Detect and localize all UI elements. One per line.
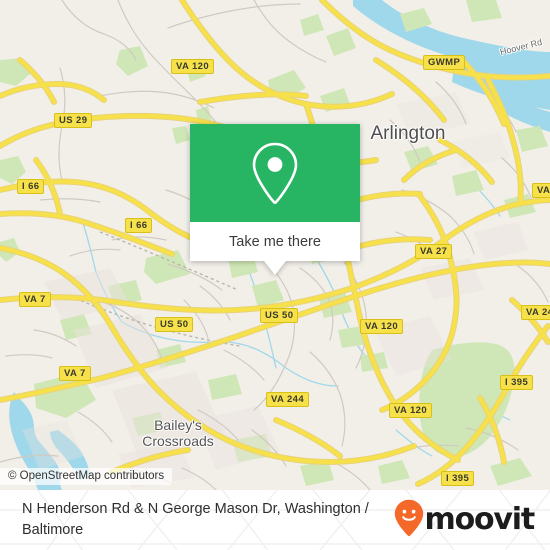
road-shield: VA 7 (59, 366, 91, 381)
road-shield: US 29 (54, 113, 93, 128)
location-title: N Henderson Rd & N George Mason Dr, Wash… (22, 501, 369, 538)
place-label-baileys-crossroads: Bailey's Crossroads (142, 417, 214, 449)
road-shield: VA 27 (415, 244, 453, 259)
moovit-wordmark: moovit (424, 502, 536, 537)
location-popup[interactable]: Take me there (190, 124, 360, 275)
take-me-there-label: Take me there (229, 233, 321, 250)
road-shield: VA 7 (19, 292, 51, 307)
road-shield: US 50 (260, 308, 299, 323)
road-shield: I 395 (441, 471, 475, 486)
take-me-there-button[interactable]: Take me there (190, 222, 360, 261)
popup-pointer-tail (264, 261, 286, 275)
moovit-pin-smile-icon (394, 499, 424, 542)
place-label-arlington: Arlington (370, 123, 446, 144)
road-shield: US 50 (155, 317, 194, 332)
place-label-line-2: Crossroads (142, 433, 214, 449)
road-shield: VA 120 (360, 319, 404, 334)
road-shield: VA 120 (389, 403, 433, 418)
map-pin-icon (248, 140, 302, 206)
place-label-line-1: Bailey's (154, 417, 202, 433)
popup-image-panel (190, 124, 360, 222)
road-shield: I 395 (500, 375, 534, 390)
road-shield: GWMP (423, 55, 466, 70)
moovit-map-screen: .w { fill:#9fd8ea; } .wl { stroke:#9fd8e… (0, 0, 550, 550)
road-shield: I 66 (17, 179, 45, 194)
road-shield: VA 24 (521, 305, 550, 320)
osm-attribution[interactable]: © OpenStreetMap contributors (0, 468, 173, 485)
road-shield: I 66 (125, 218, 153, 233)
footer-content: N Henderson Rd & N George Mason Dr, Wash… (0, 490, 550, 550)
road-shield: VA 120 (171, 59, 215, 74)
road-shield: VA 2 (532, 183, 550, 198)
road-shield: VA 244 (266, 392, 310, 407)
map-canvas[interactable]: .w { fill:#9fd8ea; } .wl { stroke:#9fd8e… (0, 0, 550, 490)
moovit-logo[interactable]: moovit (394, 499, 536, 542)
footer-bar: N Henderson Rd & N George Mason Dr, Wash… (0, 490, 550, 550)
